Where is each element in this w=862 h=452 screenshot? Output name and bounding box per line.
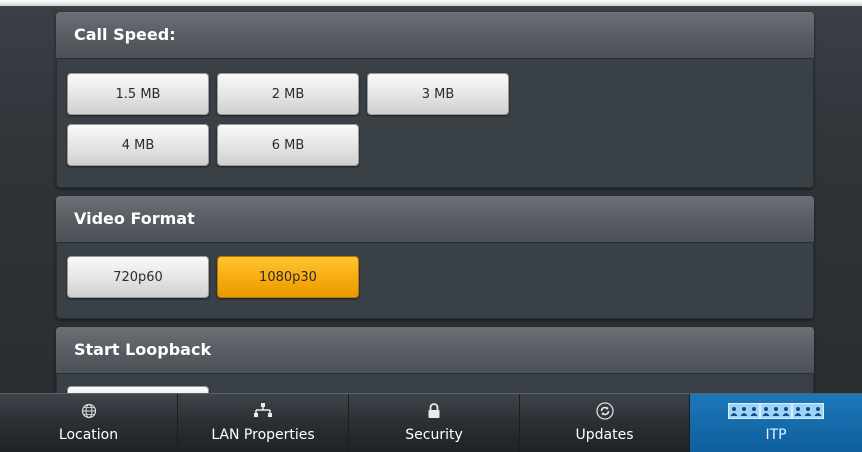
tab-itp[interactable]: ITP [690,394,862,452]
call-speed-option-4mb[interactable]: 4 MB [67,124,209,166]
refresh-icon [520,400,689,422]
tab-security[interactable]: Security [349,394,520,452]
bottom-tab-bar: Location LAN Properties Security Updates… [0,393,862,452]
call-speed-option-1-5mb[interactable]: 1.5 MB [67,73,209,115]
call-speed-option-2mb[interactable]: 2 MB [217,73,359,115]
call-speed-title: Call Speed: [56,12,814,59]
top-edge [0,0,862,6]
tab-location-label: Location [58,427,119,443]
tab-security-label: Security [405,427,463,443]
network-icon [178,400,348,422]
call-speed-option-3mb[interactable]: 3 MB [367,73,509,115]
globe-icon [0,400,177,422]
video-format-option-720p60[interactable]: 720p60 [67,256,209,298]
tab-lan-properties-label: LAN Properties [211,427,315,443]
call-speed-panel: Call Speed: 1.5 MB 2 MB 3 MB 4 MB 6 MB [56,12,814,188]
video-format-option-1080p30[interactable]: 1080p30 [217,256,359,298]
video-format-title: Video Format [56,196,814,243]
lock-icon [349,400,519,422]
tab-updates[interactable]: Updates [520,394,690,452]
people-icon [690,400,862,422]
tab-itp-label: ITP [765,427,787,443]
call-speed-option-6mb[interactable]: 6 MB [217,124,359,166]
tab-location[interactable]: Location [0,394,178,452]
tab-lan-properties[interactable]: LAN Properties [178,394,349,452]
video-format-panel: Video Format 720p60 1080p30 [56,196,814,319]
tab-updates-label: Updates [575,427,634,443]
loopback-title: Start Loopback [56,327,814,374]
